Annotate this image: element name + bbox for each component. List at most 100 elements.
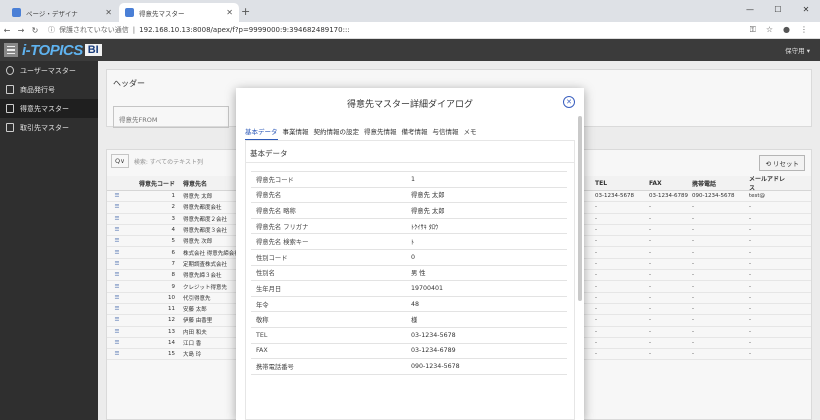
app-logo: i-TOPICS — [22, 41, 83, 59]
maximize-icon[interactable]: ☐ — [764, 0, 792, 18]
field-value: ﾄ — [411, 239, 415, 247]
url-field[interactable]: ⓘ 保護されていない通信 | 192.168.10.13:8008/apex/f… — [48, 23, 750, 37]
dialog-body: 基本データ 得意先コード 1 得意先名 得意先 太郎 得意先名 略称 得意先 太郎 得意先名… — [245, 140, 575, 420]
sidebar-item-label: 取引先マスター — [20, 123, 69, 132]
field-value: 19700401 — [411, 284, 444, 292]
field-label: 性別名 — [256, 270, 275, 278]
close-window-icon[interactable]: ✕ — [792, 0, 820, 18]
user-icon — [6, 66, 14, 75]
forward-icon[interactable]: → — [14, 26, 28, 35]
detail-field-row: 生年月日 19700401 — [251, 281, 567, 297]
field-value: 得意先 太郎 — [411, 207, 445, 215]
back-icon[interactable]: ← — [0, 26, 14, 35]
document-icon — [6, 104, 14, 113]
url-text: 192.168.10.13:8008/apex/f?p=9999000:9:39… — [139, 26, 350, 34]
tab-credit-info[interactable]: 与信情報 — [433, 126, 459, 140]
field-value: 48 — [411, 300, 420, 308]
close-icon[interactable]: ✕ — [563, 96, 575, 108]
detail-field-row: 得意先名 フリガナ ﾄｸｲｻｷ ﾀﾛｳ — [251, 219, 567, 235]
browser-tab-customer-master[interactable]: 得意先マスター ✕ — [119, 3, 239, 22]
dialog-tabs: 基本データ 事業情報 契約情報の設定 得意先情報 備考情報 与信情報 メモ — [245, 126, 477, 140]
key-icon[interactable]: ⚿ — [750, 25, 756, 35]
browser-tab-page-designer[interactable]: ページ・デザイナ ✕ — [6, 3, 118, 22]
field-label: 得意先名 — [256, 192, 282, 200]
field-label: TEL — [256, 331, 268, 339]
app-header: i-TOPICS BI 保守用 ▾ — [0, 39, 820, 61]
tab-memo[interactable]: メモ — [464, 126, 477, 140]
customer-detail-dialog: 得意先マスター詳細ダイアログ ✕ 基本データ 事業情報 契約情報の設定 得意先情… — [236, 88, 584, 420]
detail-field-table: 得意先コード 1 得意先名 得意先 太郎 得意先名 略称 得意先 太郎 得意先名 フリガナﾄ… — [251, 171, 567, 375]
field-value: 03-1234-5678 — [411, 331, 456, 339]
document-icon — [6, 123, 14, 132]
app-logo-badge: BI — [84, 44, 102, 56]
detail-field-row: 性別コード 0 — [251, 250, 567, 266]
page-favicon-icon — [125, 8, 134, 17]
sidebar-item-supplier-master[interactable]: 取引先マスター — [0, 118, 98, 137]
field-label: 得意先名 検索キー — [256, 239, 309, 247]
field-value: 男 性 — [411, 270, 426, 278]
sidebar-item-customer-master[interactable]: 得意先マスター — [0, 99, 98, 118]
detail-field-row: 敬称 様 — [251, 312, 567, 328]
tab-basic-data[interactable]: 基本データ — [245, 126, 278, 140]
account-icon[interactable]: ● — [783, 25, 790, 35]
detail-field-row: 得意先名 得意先 太郎 — [251, 188, 567, 204]
tab-customer-info[interactable]: 得意先情報 — [364, 126, 397, 140]
field-value: ﾄｸｲｻｷ ﾀﾛｳ — [411, 223, 439, 231]
field-label: 敬称 — [256, 317, 269, 325]
detail-field-row: FAX 03-1234-6789 — [251, 344, 567, 360]
field-label: 得意先名 略称 — [256, 207, 296, 215]
field-label: FAX — [256, 347, 268, 355]
sidebar: ユーザーマスター 商品発行号 得意先マスター 取引先マスター — [0, 61, 98, 420]
page-favicon-icon — [12, 8, 21, 17]
sidebar-item-user-master[interactable]: ユーザーマスター — [0, 61, 98, 80]
detail-field-row: TEL 03-1234-5678 — [251, 328, 567, 344]
sidebar-item-label: ユーザーマスター — [20, 66, 76, 75]
browser-tab-bar: ページ・デザイナ ✕ 得意先マスター ✕ + — ☐ ✕ — [0, 0, 820, 22]
field-label: 得意先名 フリガナ — [256, 223, 309, 231]
field-label: 生年月日 — [256, 285, 282, 293]
reload-icon[interactable]: ↻ — [28, 26, 42, 35]
browser-tab-label: ページ・デザイナ — [26, 9, 78, 18]
info-icon[interactable]: ⓘ — [48, 25, 55, 35]
field-value: 0 — [411, 253, 416, 261]
hamburger-menu-icon[interactable] — [4, 43, 18, 57]
minimize-icon[interactable]: — — [736, 0, 764, 18]
field-label: 年令 — [256, 301, 269, 309]
field-value: 090-1234-5678 — [411, 362, 460, 370]
sidebar-item-product[interactable]: 商品発行号 — [0, 80, 98, 99]
detail-field-row: 得意先名 検索キー ﾄ — [251, 234, 567, 250]
document-icon — [6, 85, 14, 94]
browser-tab-label: 得意先マスター — [139, 9, 185, 18]
detail-field-row: 年令 48 — [251, 297, 567, 313]
field-value: 03-1234-6789 — [411, 347, 456, 355]
address-bar: ← → ↻ ⓘ 保護されていない通信 | 192.168.10.13:8008/… — [0, 22, 820, 39]
field-label: 携帯電話番号 — [256, 363, 294, 371]
field-label: 性別コード — [256, 254, 288, 262]
url-divider: | — [132, 26, 136, 34]
tab-business-info[interactable]: 事業情報 — [283, 126, 309, 140]
close-tab-icon[interactable]: ✕ — [226, 8, 233, 17]
detail-field-row: 得意先名 略称 得意先 太郎 — [251, 203, 567, 219]
field-value: 得意先 太郎 — [411, 192, 445, 200]
dialog-scrollbar[interactable] — [578, 116, 582, 301]
tab-contract-settings[interactable]: 契約情報の設定 — [314, 126, 360, 140]
bookmark-star-icon[interactable]: ☆ — [766, 25, 773, 35]
sidebar-item-label: 得意先マスター — [20, 104, 69, 113]
section-title: 基本データ — [250, 149, 288, 158]
dialog-title: 得意先マスター詳細ダイアログ — [346, 100, 473, 110]
detail-field-row: 性別名 男 性 — [251, 266, 567, 282]
menu-dots-icon[interactable]: ⋮ — [800, 25, 808, 35]
tab-notes-info[interactable]: 備考情報 — [402, 126, 428, 140]
detail-field-row: 携帯電話番号 090-1234-5678 — [251, 359, 567, 375]
user-menu[interactable]: 保守用 ▾ — [785, 45, 810, 55]
new-tab-button[interactable]: + — [241, 5, 250, 18]
field-label: 得意先コード — [256, 176, 294, 184]
field-value: 1 — [411, 175, 416, 183]
field-value: 様 — [411, 317, 418, 325]
section-divider — [246, 162, 574, 163]
close-tab-icon[interactable]: ✕ — [105, 8, 112, 17]
security-label: 保護されていない通信 — [59, 26, 129, 34]
detail-field-row: 得意先コード 1 — [251, 172, 567, 188]
sidebar-item-label: 商品発行号 — [20, 85, 55, 94]
window-controls: — ☐ ✕ — [736, 0, 820, 18]
